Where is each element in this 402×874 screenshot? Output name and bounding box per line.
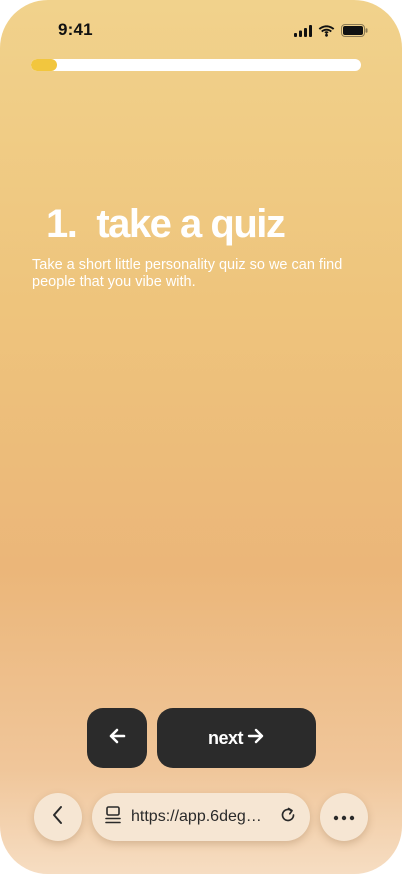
chevron-left-icon [51, 805, 65, 830]
url-text: https://app.6degrees.social [131, 808, 267, 825]
status-icons [294, 24, 368, 37]
back-button[interactable] [87, 708, 147, 768]
more-icon [333, 808, 355, 826]
next-button[interactable]: next [157, 708, 316, 768]
browser-back-button[interactable] [34, 793, 82, 841]
arrow-right-icon [247, 728, 265, 749]
progress-bar [31, 59, 361, 71]
browser-more-button[interactable] [320, 793, 368, 841]
reload-icon[interactable] [279, 806, 297, 829]
arrow-left-icon [108, 728, 126, 749]
wifi-icon [318, 24, 335, 37]
url-bar[interactable]: https://app.6degrees.social [92, 793, 310, 841]
step-heading: 1. take a quiz [46, 202, 286, 247]
battery-icon [341, 24, 368, 37]
step-number: 1. [46, 202, 78, 246]
cellular-signal-icon [294, 24, 312, 37]
phone-screen: 9:41 1. take a quiz Take a short little … [0, 0, 402, 874]
progress-fill [31, 59, 58, 71]
status-time: 9:41 [58, 20, 93, 39]
next-label: next [207, 727, 244, 748]
step-description: Take a short little personality quiz so … [32, 257, 343, 290]
status-bar: 9:41 [0, 0, 402, 62]
tabs-icon [105, 805, 121, 829]
step-title: take a quiz [96, 202, 286, 246]
